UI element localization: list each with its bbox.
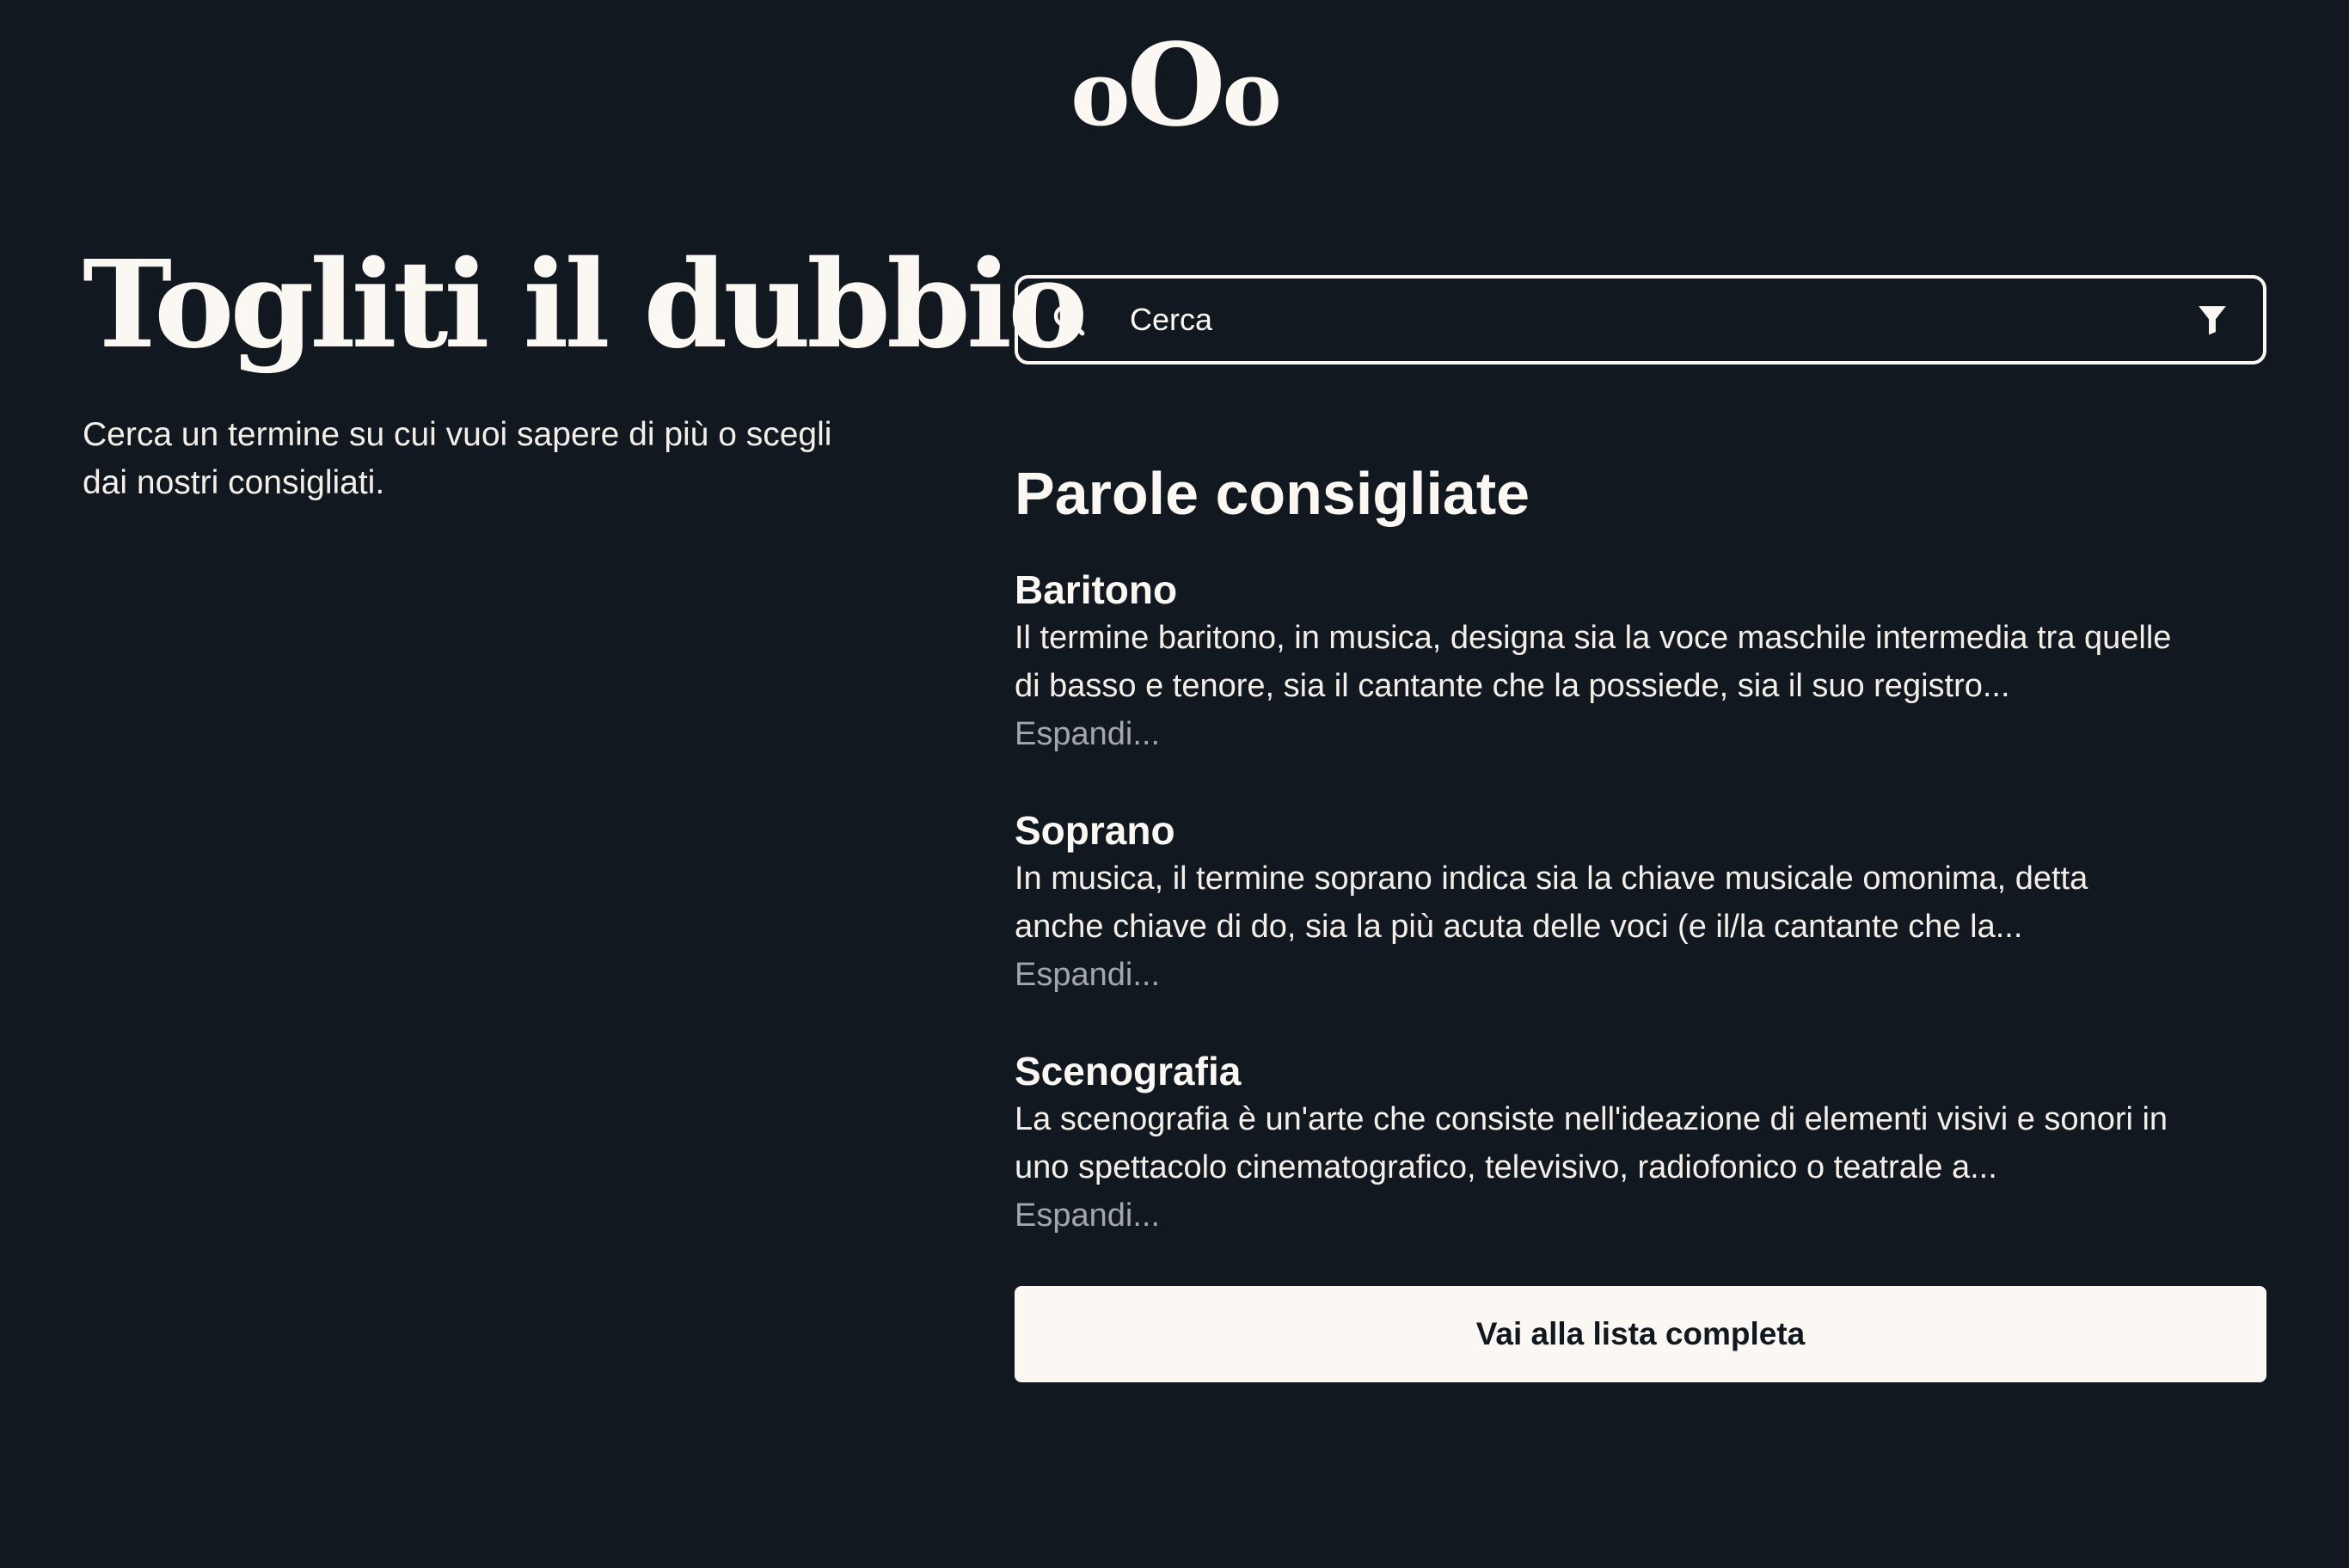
expand-link[interactable]: Espandi... [1015,951,1160,999]
search-icon[interactable] [1051,302,1087,338]
word-term[interactable]: Soprano [1015,806,2266,854]
word-excerpt: In musica, il termine soprano indica sia… [1015,861,2088,945]
page-description: Cerca un termine su cui vuoi sapere di p… [83,416,832,501]
logo-letter-right: o [1222,40,1281,146]
word-term[interactable]: Baritono [1015,566,2266,614]
logo-letter-left: o [1070,40,1130,146]
list-item: Baritono Il termine baritono, in musica,… [1015,566,2266,758]
logo[interactable]: oOo [0,29,2349,146]
word-excerpt: La scenografia è un'arte che consiste ne… [1015,1101,2168,1185]
page-title: Togliti il dubbio [83,235,1088,376]
word-term[interactable]: Scenografia [1015,1047,2266,1095]
list-item: Scenografia La scenografia è un'arte che… [1015,1047,2266,1240]
full-list-button[interactable]: Vai alla lista completa [1015,1286,2266,1382]
recommended-words-title: Parole consigliate [1015,460,1530,527]
expand-link[interactable]: Espandi... [1015,1191,1160,1240]
word-excerpt: Il termine baritono, in musica, designa … [1015,620,2172,704]
logo-letter-middle: O [1126,19,1226,152]
filter-icon[interactable] [2196,303,2229,336]
expand-link[interactable]: Espandi... [1015,710,1160,758]
search-and-recommendations: Parole consigliate Baritono Il termine b… [1015,275,2266,1382]
recommended-words-list: Baritono Il termine baritono, in musica,… [1015,566,2266,1240]
list-item: Soprano In musica, il termine soprano in… [1015,806,2266,999]
hero-section: Togliti il dubbio Cerca un termine su cu… [83,232,1088,507]
search-bar [1015,275,2266,364]
search-input[interactable] [1130,302,2196,338]
